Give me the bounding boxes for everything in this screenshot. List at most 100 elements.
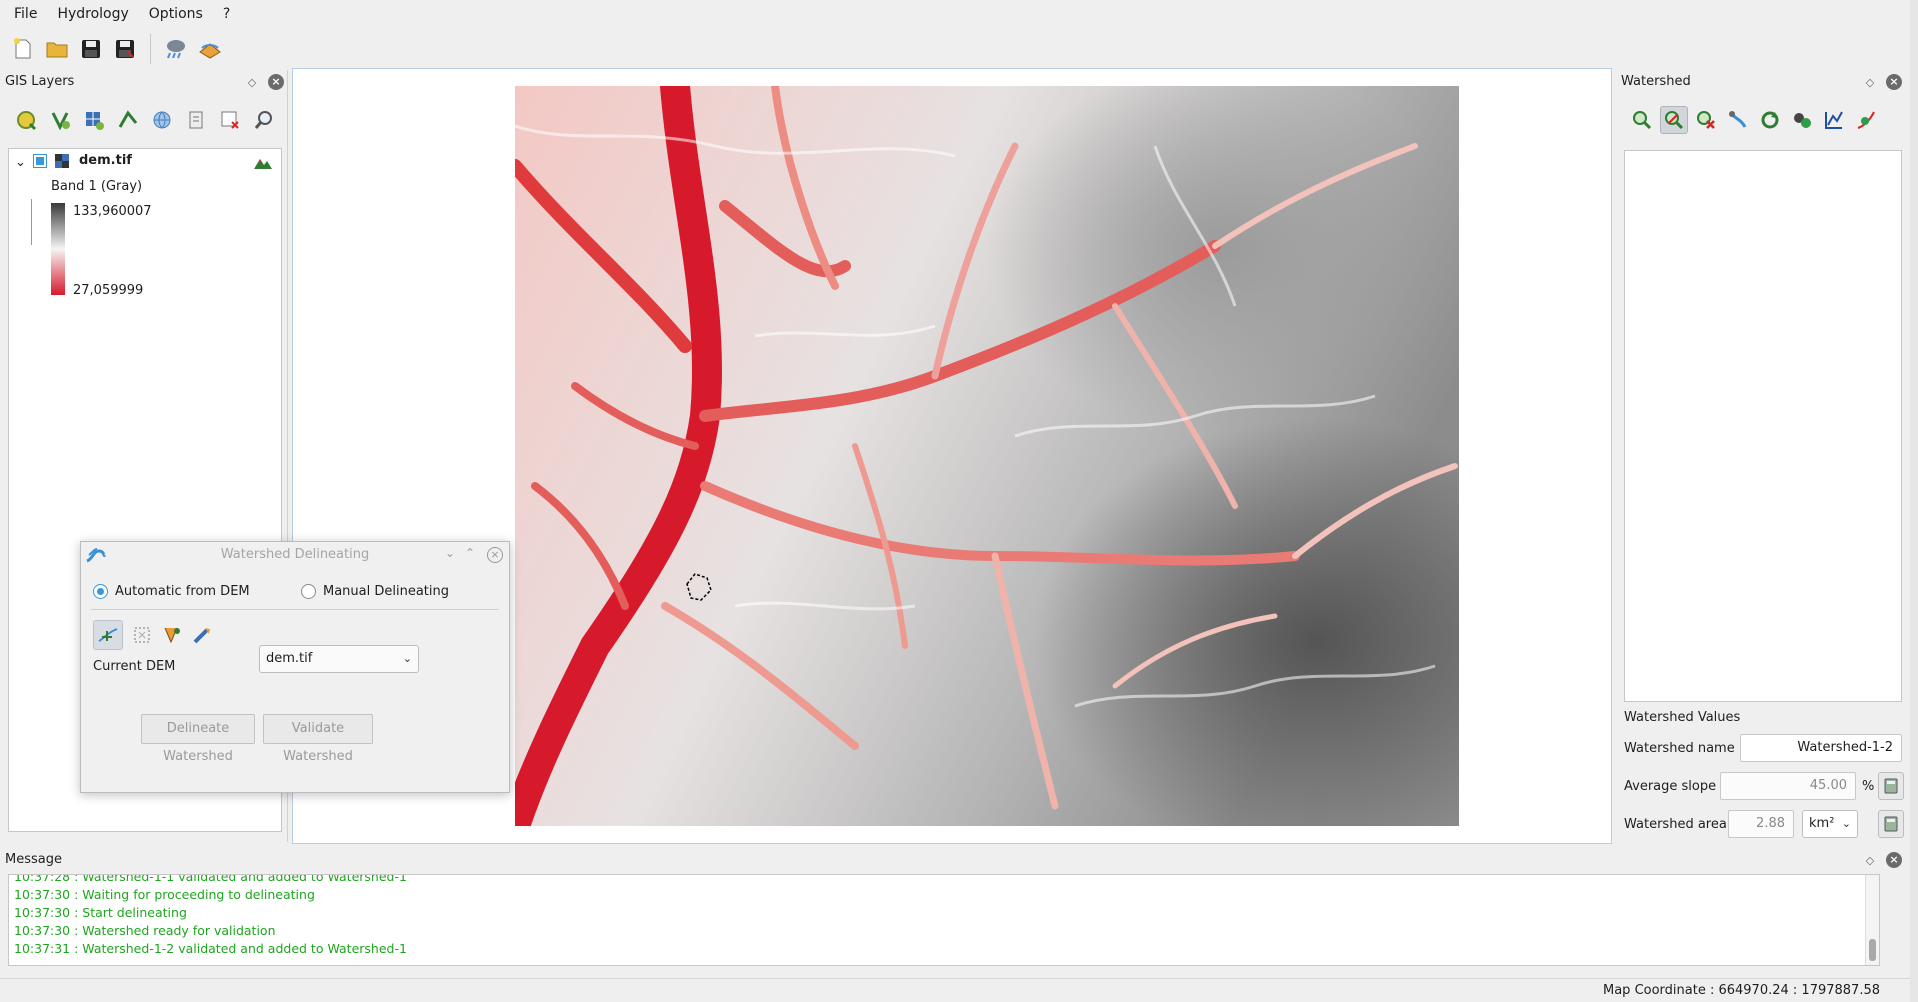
delineate-watershed-button[interactable]: Delineate Watershed: [141, 714, 255, 764]
automatic-from-dem-radio[interactable]: Automatic from DEM: [93, 584, 250, 599]
validate-watershed-button[interactable]: Validate Watershed: [263, 714, 373, 764]
close-dialog-button[interactable]: ×: [487, 547, 503, 563]
message-line: 10:37:30 : Waiting for proceeding to del…: [14, 887, 315, 902]
legend-max-value: 133,960007: [73, 204, 152, 219]
save-as-icon[interactable]: [110, 34, 140, 64]
message-line: 10:37:30 : Start delineating: [14, 905, 187, 920]
scrollbar-thumb[interactable]: [1869, 939, 1876, 961]
refresh-watershed-icon[interactable]: [1756, 106, 1784, 134]
flow-direction-icon[interactable]: [187, 620, 217, 650]
layer-visibility-checkbox[interactable]: [33, 154, 47, 168]
close-icon: ×: [1886, 852, 1902, 868]
calculate-slope-button[interactable]: [1878, 772, 1904, 800]
menu-help[interactable]: ?: [213, 0, 240, 28]
close-panel-button[interactable]: ×: [1886, 852, 1902, 868]
average-slope-field[interactable]: 45.00: [1720, 772, 1856, 800]
delete-watershed-icon[interactable]: [1692, 106, 1720, 134]
watershed-delineating-dialog: Watershed Delineating ⌄ ⌃ × Automatic fr…: [80, 541, 510, 793]
outlet-point-icon[interactable]: [93, 620, 123, 650]
hypsometric-icon[interactable]: [1852, 106, 1880, 134]
automatic-from-dem-label: Automatic from DEM: [115, 584, 250, 599]
menu-file[interactable]: File: [4, 0, 47, 28]
dialog-title-bar[interactable]: Watershed Delineating ⌄ ⌃ ×: [81, 542, 509, 568]
calculator-icon: [1884, 778, 1898, 794]
radio-selected-icon: [93, 584, 108, 599]
stream-network-icon[interactable]: [1788, 106, 1816, 134]
slope-unit: %: [1862, 779, 1875, 794]
message-line: 10:37:31 : Watershed-1-2 validated and a…: [14, 941, 407, 956]
gis-layers-toolbar: [12, 106, 278, 134]
watershed-area-field[interactable]: 2.88: [1728, 810, 1794, 838]
hydrology-grid-icon[interactable]: [195, 34, 225, 64]
area-unit-select[interactable]: km² ⌄: [1802, 810, 1858, 838]
status-bar: Map Coordinate : 664970.24 : 1797887.58: [0, 978, 1918, 1002]
message-log[interactable]: 10:37:28 : Watershed-1-1 validated and a…: [8, 874, 1880, 966]
close-icon: ×: [1886, 74, 1902, 90]
open-folder-icon[interactable]: [42, 34, 72, 64]
edit-watershed-icon[interactable]: [1660, 106, 1688, 134]
current-dem-select[interactable]: dem.tif ⌄: [259, 645, 419, 673]
select-area-icon[interactable]: [127, 620, 157, 650]
menu-bar: File Hydrology Options ?: [0, 0, 1918, 28]
message-title: Message: [5, 852, 62, 867]
float-panel-icon[interactable]: ◇: [1862, 852, 1878, 868]
minimize-icon[interactable]: ⌄: [445, 546, 455, 560]
watershed-name-label: Watershed name: [1624, 741, 1735, 756]
watershed-list[interactable]: [1624, 150, 1902, 702]
add-point-layer-icon[interactable]: [46, 106, 74, 134]
add-line-layer-icon[interactable]: [114, 106, 142, 134]
legend-min-value: 27,059999: [73, 283, 144, 298]
add-raster-layer-icon[interactable]: [80, 106, 108, 134]
close-panel-button[interactable]: ×: [1886, 74, 1902, 90]
new-file-icon[interactable]: [8, 34, 38, 64]
message-line: 10:37:30 : Watershed ready for validatio…: [14, 923, 276, 938]
dialog-divider: [91, 609, 499, 610]
band-label: Band 1 (Gray): [51, 179, 143, 194]
map-coordinate-readout: Map Coordinate : 664970.24 : 1797887.58: [1603, 983, 1880, 998]
save-icon[interactable]: [76, 34, 106, 64]
add-watershed-icon[interactable]: [1628, 106, 1656, 134]
calculate-area-button[interactable]: [1878, 810, 1904, 838]
main-toolbar: [0, 28, 1918, 70]
chevron-down-icon: ⌄: [402, 652, 412, 665]
current-dem-label: Current DEM: [93, 659, 176, 674]
watershed-toolbar: [1628, 106, 1880, 134]
manual-delineating-label: Manual Delineating: [323, 584, 450, 599]
message-scrollbar[interactable]: [1865, 875, 1879, 965]
dem-raster[interactable]: [515, 86, 1459, 826]
message-line: 10:37:28 : Watershed-1-1 validated and a…: [14, 874, 407, 884]
toolbar-separator: [150, 34, 151, 64]
gray-ramp-swatch: [51, 203, 65, 249]
close-icon: ×: [268, 74, 284, 90]
manual-delineating-radio[interactable]: Manual Delineating: [301, 584, 449, 599]
maximize-icon[interactable]: ⌃: [465, 546, 475, 560]
zoom-layer-icon[interactable]: [250, 106, 278, 134]
watershed-name-field[interactable]: Watershed-1-2: [1740, 734, 1902, 762]
flow-path-icon[interactable]: [1724, 106, 1752, 134]
current-dem-value: dem.tif: [266, 651, 313, 666]
float-panel-icon[interactable]: ◇: [1862, 74, 1878, 90]
close-panel-button[interactable]: ×: [268, 74, 284, 90]
layer-name[interactable]: dem.tif: [79, 153, 132, 168]
fill-sinks-icon[interactable]: [157, 620, 187, 650]
terrain-icon[interactable]: [253, 153, 273, 175]
menu-hydrology[interactable]: Hydrology: [47, 0, 138, 28]
layer-properties-icon[interactable]: [182, 106, 210, 134]
profile-chart-icon[interactable]: [1820, 106, 1848, 134]
float-panel-icon[interactable]: ◇: [244, 74, 260, 90]
calculator-icon: [1884, 816, 1898, 832]
menu-options[interactable]: Options: [139, 0, 213, 28]
raster-layer-icon: [55, 154, 69, 172]
chevron-down-icon: ⌄: [1841, 817, 1851, 830]
remove-layer-icon[interactable]: [216, 106, 244, 134]
radio-unselected-icon: [301, 584, 316, 599]
rain-cloud-icon[interactable]: [161, 34, 191, 64]
red-ramp-swatch: [51, 249, 65, 295]
message-panel: Message ◇ × 10:37:28 : Watershed-1-1 val…: [0, 848, 1918, 978]
window-scrollbar[interactable]: [1910, 0, 1918, 1002]
expand-chevron-icon[interactable]: ⌄: [15, 155, 26, 170]
globe-icon[interactable]: [148, 106, 176, 134]
add-vector-layer-icon[interactable]: [12, 106, 40, 134]
tree-connector: [31, 199, 32, 245]
area-unit-value: km²: [1809, 816, 1835, 831]
